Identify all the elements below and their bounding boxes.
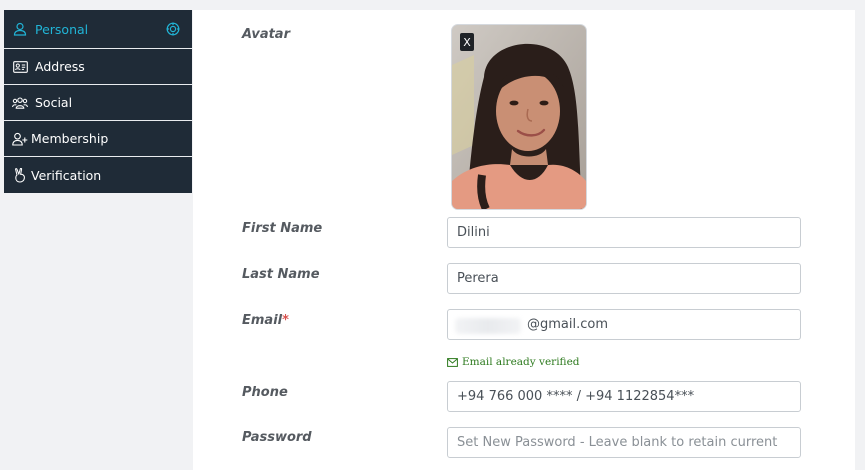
sidebar-item-label: Social	[35, 95, 73, 110]
email-verified-text: Email already verified	[462, 356, 580, 368]
phone-field[interactable]	[447, 381, 801, 412]
user-plus-icon	[12, 131, 28, 147]
last-name-label: Last Name	[242, 267, 320, 282]
sidebar-item-label: Personal	[35, 21, 89, 37]
envelope-check-icon	[447, 357, 458, 367]
users-icon	[12, 95, 28, 111]
personal-form: Avatar X First Name Last Name Em	[193, 10, 855, 470]
last-name-field[interactable]	[447, 263, 801, 294]
sidebar-item-label: Verification	[31, 167, 102, 183]
phone-label: Phone	[242, 385, 288, 400]
profile-sidebar: Personal Address Social Membership Verif…	[4, 10, 192, 193]
first-name-field[interactable]	[447, 217, 801, 248]
victory-hand-icon	[12, 167, 28, 183]
sidebar-item-address[interactable]: Address	[4, 49, 192, 85]
sidebar-item-label: Address	[35, 59, 85, 74]
avatar[interactable]: X	[451, 24, 587, 210]
sidebar-item-membership[interactable]: Membership	[4, 121, 192, 157]
redacted-email-prefix	[455, 318, 521, 334]
sidebar-item-verification[interactable]: Verification	[4, 157, 192, 193]
sidebar-item-social[interactable]: Social	[4, 85, 192, 121]
required-marker: *	[282, 313, 289, 328]
user-icon	[12, 21, 28, 37]
address-card-icon	[12, 59, 28, 75]
first-name-label: First Name	[242, 221, 323, 236]
email-label: Email*	[242, 313, 289, 328]
avatar-photo	[452, 25, 586, 209]
email-verified-note: Email already verified	[447, 356, 580, 368]
avatar-label: Avatar	[242, 27, 290, 42]
sidebar-item-personal[interactable]: Personal	[4, 10, 192, 49]
remove-avatar-button[interactable]: X	[460, 33, 474, 51]
password-field[interactable]	[447, 427, 801, 458]
email-label-text: Email	[242, 313, 283, 328]
target-icon	[166, 22, 180, 39]
password-label: Password	[242, 430, 312, 445]
sidebar-item-label: Membership	[31, 131, 109, 146]
